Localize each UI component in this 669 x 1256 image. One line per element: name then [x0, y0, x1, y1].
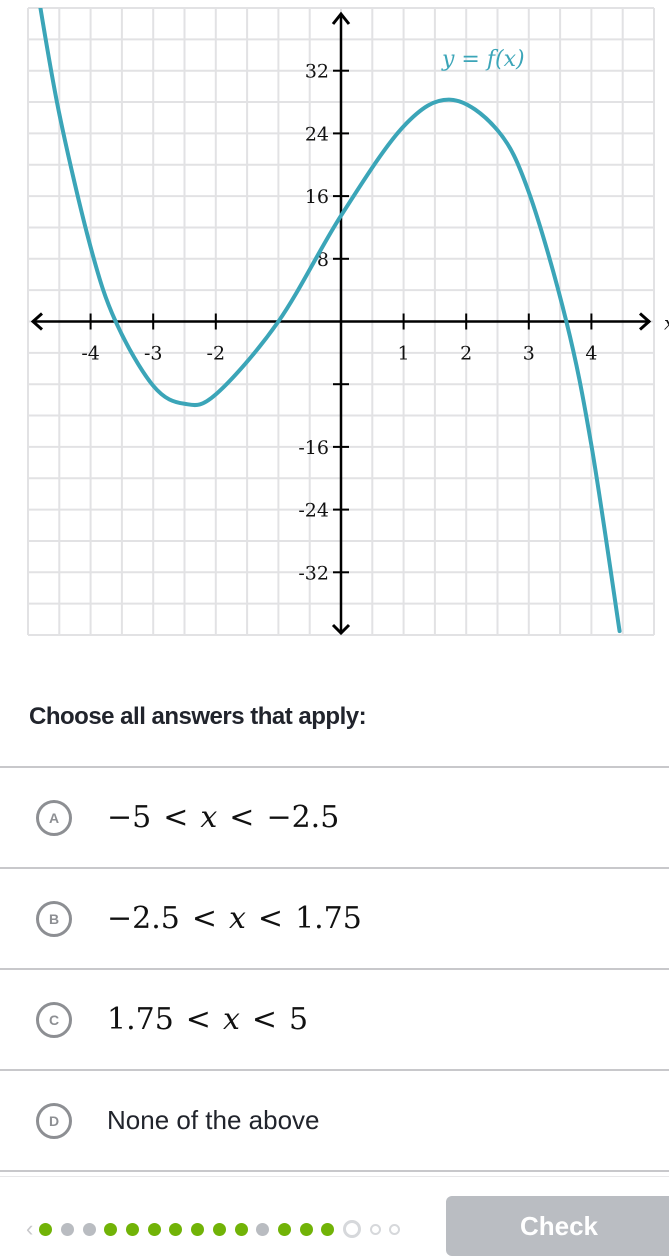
x-tick-label: -3	[144, 343, 163, 365]
progress-dot-correct	[299, 1222, 313, 1236]
math-value: 1.75	[295, 900, 362, 936]
x-tick-label: -2	[207, 343, 226, 365]
function-label: y = f(x)	[441, 47, 525, 72]
curve-layer	[38, 8, 622, 634]
progress-dot-correct	[147, 1222, 161, 1236]
choice-b[interactable]: B −2.5 < x <1.75	[0, 869, 669, 970]
math-value: −5	[107, 799, 152, 835]
progress-dot-upcoming	[369, 1223, 381, 1235]
x-axis-label: x	[664, 313, 669, 335]
y-tick-label: -24	[298, 500, 329, 522]
choice-b-text: −2.5 < x <1.75	[107, 900, 362, 935]
math-operator: <	[229, 799, 255, 835]
choice-letter-badge: A	[36, 799, 72, 836]
progress-dot-correct	[321, 1222, 335, 1236]
x-tick-label: -4	[81, 343, 100, 365]
choice-c-text: 1.75 < x <5	[107, 1001, 308, 1036]
progress-dot-correct	[277, 1222, 291, 1236]
x-tick-label: 3	[523, 343, 535, 365]
chevron-left-icon[interactable]: ‹	[26, 1218, 33, 1240]
check-button[interactable]: Check	[446, 1196, 669, 1256]
math-operator: <	[191, 900, 217, 936]
math-operator: <	[185, 1001, 211, 1037]
math-operator: <	[251, 1001, 277, 1037]
progress-dot-correct	[126, 1222, 140, 1236]
progress-dot-correct	[212, 1222, 226, 1236]
math-operator: <	[257, 900, 284, 936]
math-value: 5	[289, 1001, 309, 1037]
footer-divider	[0, 1176, 669, 1177]
progress-dot-correct	[234, 1222, 248, 1236]
math-value: 1.75	[107, 1001, 174, 1037]
progress-dot-correct	[191, 1222, 205, 1236]
progress-dot-upcoming	[389, 1223, 401, 1235]
choice-letter-badge: D	[36, 1102, 72, 1139]
function-graph: x -4-3-212343224168-16-24-32 y = f(x)	[27, 7, 669, 636]
y-tick-label: 24	[305, 123, 329, 145]
math-value: −2.5	[107, 900, 180, 936]
choice-a[interactable]: A −5 < x < −2.5	[0, 768, 669, 869]
choice-c[interactable]: C 1.75 < x <5	[0, 970, 669, 1071]
progress-dot-incorrect	[61, 1222, 75, 1236]
math-operator: <	[163, 799, 189, 835]
choice-d-text: None of the above	[107, 1104, 320, 1135]
choice-d[interactable]: D None of the above	[0, 1071, 669, 1172]
x-tick-label: 4	[585, 343, 597, 365]
progress-dot-correct	[169, 1222, 183, 1236]
progress-dot-correct	[104, 1222, 118, 1236]
progress-dot-incorrect	[82, 1222, 96, 1236]
choice-letter-badge: C	[36, 1001, 72, 1038]
progress-dot-correct	[39, 1222, 53, 1236]
choice-letter-badge: B	[36, 900, 72, 937]
math-variable: x	[222, 1001, 240, 1037]
question-prompt: Choose all answers that apply:	[29, 703, 367, 730]
function-curve	[38, 8, 622, 634]
math-value: −2.5	[266, 799, 340, 835]
math-variable: x	[229, 900, 246, 936]
progress-dot-incorrect	[256, 1222, 270, 1236]
choice-a-text: −5 < x < −2.5	[107, 799, 339, 834]
x-tick-label: 1	[398, 343, 410, 365]
progress-dot-current	[342, 1220, 361, 1238]
y-tick-label: -16	[298, 437, 329, 459]
y-tick-label: -32	[298, 562, 329, 584]
progress-dots: ‹	[26, 1218, 409, 1240]
y-tick-label: 16	[305, 186, 329, 208]
x-tick-label: 2	[460, 343, 472, 365]
y-tick-label: 32	[305, 61, 329, 83]
math-variable: x	[200, 799, 218, 835]
